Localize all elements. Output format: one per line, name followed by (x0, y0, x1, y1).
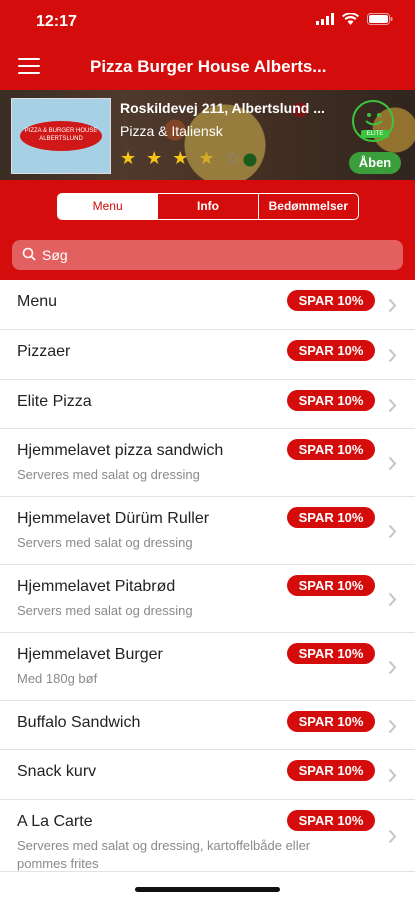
tab-menu[interactable]: Menu (58, 194, 158, 219)
star-full-icon: ★ (120, 148, 137, 168)
menu-category-row[interactable]: Menu SPAR 10% (0, 280, 415, 330)
menu-category-title: Hjemmelavet Dürüm Ruller (17, 510, 210, 527)
signal-icon (316, 13, 334, 25)
chevron-right-icon (388, 348, 397, 363)
tab-info[interactable]: Info (157, 194, 257, 219)
search-icon (22, 247, 36, 261)
discount-badge: SPAR 10% (287, 643, 375, 664)
star-full-icon: ★ (172, 148, 189, 168)
menu-category-row[interactable]: A La Carte Serveres med salat og dressing… (0, 800, 415, 872)
menu-category-row[interactable]: Snack kurv SPAR 10% (0, 750, 415, 800)
discount-badge: SPAR 10% (287, 439, 375, 460)
menu-category-subtitle: Med 180g bøf (17, 671, 98, 686)
search-placeholder: Søg (42, 247, 68, 263)
menu-category-title: Menu (17, 293, 58, 310)
status-time: 12:17 (36, 13, 77, 30)
discount-badge: SPAR 10% (287, 390, 375, 411)
menu-category-row[interactable]: Hjemmelavet Dürüm Ruller Servers med sala… (0, 497, 415, 565)
menu-category-row[interactable]: Hjemmelavet pizza sandwich Serveres med s… (0, 429, 415, 497)
logo-ellipse: PIZZA & BURGER HOUSE ALBERTSLUND (20, 121, 102, 151)
chevron-right-icon (388, 829, 397, 844)
discount-badge: SPAR 10% (287, 760, 375, 781)
rating-stars: ★ ★ ★ ★ ☆ (120, 148, 241, 169)
menu-category-title: Hjemmelavet Pitabrød (17, 578, 176, 595)
page-title: Pizza Burger House Alberts... (90, 57, 327, 76)
restaurant-address: Roskildevej 211, Albertslund ... (120, 100, 325, 116)
menu-category-title: Hjemmelavet pizza sandwich (17, 442, 224, 459)
chevron-right-icon (388, 524, 397, 539)
elite-label: ELITE (361, 130, 389, 138)
status-icons (316, 13, 393, 25)
navigation-bar: Pizza Burger House Alberts... (0, 44, 415, 90)
chevron-right-icon (388, 660, 397, 675)
restaurant-cuisine: Pizza & Italiensk (120, 123, 223, 139)
menu-category-title: Buffalo Sandwich (17, 714, 141, 731)
menu-category-subtitle: Serveres med salat og dressing (17, 467, 200, 482)
discount-badge: SPAR 10% (287, 575, 375, 596)
battery-icon (367, 13, 393, 25)
menu-category-row[interactable]: Hjemmelavet Pitabrød Servers med salat og… (0, 565, 415, 633)
menu-category-title: Elite Pizza (17, 393, 92, 410)
discount-badge: SPAR 10% (287, 507, 375, 528)
menu-category-row[interactable]: Elite Pizza SPAR 10% (0, 380, 415, 429)
star-empty-icon: ☆ (224, 148, 241, 168)
smiley-face-icon (365, 113, 383, 126)
menu-category-row[interactable]: Pizzaer SPAR 10% (0, 330, 415, 380)
menu-category-title: Snack kurv (17, 763, 97, 780)
tab-segmented-control: Menu Info Bedømmelser (57, 193, 359, 220)
star-full-icon: ★ (146, 148, 163, 168)
star-half-icon: ★ (198, 148, 215, 168)
wifi-icon (342, 13, 359, 25)
discount-badge: SPAR 10% (287, 711, 375, 732)
menu-category-subtitle: Servers med salat og dressing (17, 535, 193, 550)
menu-category-title: Hjemmelavet Burger (17, 646, 163, 663)
open-status-badge: Åben (349, 152, 401, 174)
chevron-right-icon (388, 768, 397, 783)
menu-category-subtitle: Servers med salat og dressing (17, 603, 193, 618)
restaurant-logo: PIZZA & BURGER HOUSE ALBERTSLUND (11, 98, 111, 174)
chevron-right-icon (388, 456, 397, 471)
menu-category-subtitle: Serveres med salat og dressing, kartoffe… (17, 838, 311, 871)
hamburger-menu-icon[interactable] (18, 58, 40, 76)
home-indicator[interactable] (135, 887, 280, 892)
menu-category-row[interactable]: Buffalo Sandwich SPAR 10% (0, 701, 415, 750)
menu-category-title: A La Carte (17, 813, 93, 830)
chevron-right-icon (388, 592, 397, 607)
discount-badge: SPAR 10% (287, 340, 375, 361)
menu-category-title: Pizzaer (17, 343, 71, 360)
discount-badge: SPAR 10% (287, 810, 375, 831)
tab-reviews[interactable]: Bedømmelser (257, 194, 358, 219)
search-input[interactable]: Søg (12, 240, 403, 270)
chevron-right-icon (388, 298, 397, 313)
chevron-right-icon (388, 719, 397, 734)
discount-badge: SPAR 10% (287, 290, 375, 311)
menu-category-row[interactable]: Hjemmelavet Burger Med 180g bøf SPAR 10% (0, 633, 415, 701)
status-bar: 12:17 (0, 0, 415, 44)
menu-category-list: Menu SPAR 10% Pizzaer SPAR 10% Elite Pizza SP… (0, 280, 415, 872)
restaurant-banner: PIZZA & BURGER HOUSE ALBERTSLUND Roskild… (0, 90, 415, 180)
chevron-right-icon (388, 398, 397, 413)
elite-smiley-icon: ELITE (352, 100, 394, 142)
